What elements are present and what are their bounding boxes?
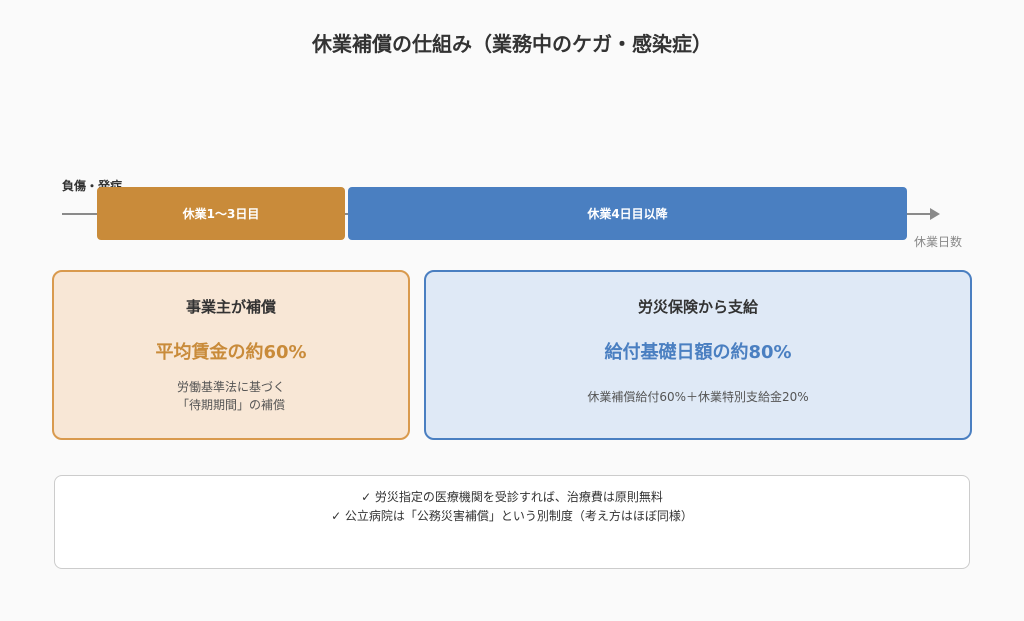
card-note-line: 「待期期間」の補償 (176, 398, 285, 412)
card-note-line: 休業補償給付60%＋休業特別支給金20% (587, 390, 809, 404)
card-value: 平均賃金の約60% (155, 342, 307, 363)
card-note: 労働基準法に基づく 「待期期間」の補償 (54, 378, 408, 414)
card-title: 事業主が補償 (185, 298, 276, 316)
page-title: 休業補償の仕組み（業務中のケガ・感染症） (312, 32, 712, 56)
employer-card: 事業主が補償 平均賃金の約60% 労働基準法に基づく 「待期期間」の補償 (52, 270, 410, 440)
arrow-right-icon (930, 208, 940, 220)
segment-label: 休業1〜3日目 (182, 207, 260, 221)
note-line: ✓ 公立病院は「公務災害補償」という別制度（考え方はほぼ同様） (331, 509, 693, 523)
card-value: 給付基礎日額の約80% (604, 342, 792, 363)
insurance-card: 労災保険から支給 給付基礎日額の約80% 休業補償給付60%＋休業特別支給金20… (424, 270, 972, 440)
note-line: ✓ 労災指定の医療機関を受診すれば、治療費は原則無料 (361, 490, 663, 504)
notes-box: ✓ 労災指定の医療機関を受診すれば、治療費は原則無料 ✓ 公立病院は「公務災害補… (54, 475, 970, 569)
card-note-line: 労働基準法に基づく (176, 380, 285, 394)
card-note: 休業補償給付60%＋休業特別支給金20% (426, 388, 970, 406)
card-title: 労災保険から支給 (637, 298, 758, 316)
timeline-segment-employer: 休業1〜3日目 (97, 187, 345, 240)
axis-label: 休業日数 (914, 235, 963, 249)
segment-label: 休業4日目以降 (587, 207, 668, 221)
timeline-segment-insurance: 休業4日目以降 (348, 187, 907, 240)
